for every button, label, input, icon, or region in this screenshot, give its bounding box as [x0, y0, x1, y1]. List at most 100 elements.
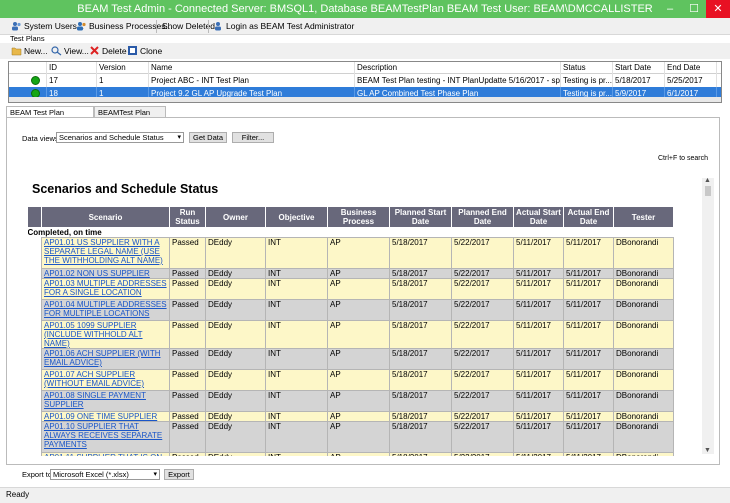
scenario-link[interactable]: AP01.01 US SUPPLIER WITH A SEPARATE LEGA… [41, 237, 170, 269]
scenario-link[interactable]: AP01.11 SUPPLIER THAT IS ON FED BACKUP W… [41, 452, 170, 456]
view-button[interactable]: View... [50, 45, 89, 57]
actual-end: 5/11/2017 [563, 299, 614, 321]
header-end-date[interactable]: End Date [665, 62, 717, 74]
header-name[interactable]: Name [149, 62, 355, 74]
group-label: Completed, on time [27, 227, 674, 238]
scenario-link[interactable]: AP01.02 NON US SUPPLIER [41, 268, 170, 279]
header-description[interactable]: Description [355, 62, 561, 74]
tester: DBonorandi [613, 299, 674, 321]
objective: INT [265, 390, 328, 412]
actual-start: 5/11/2017 [513, 369, 564, 391]
planned-start: 5/18/2017 [389, 390, 452, 412]
data-views-label: Data views [22, 134, 59, 143]
header-version[interactable]: Version [97, 62, 149, 74]
header-id[interactable]: ID [47, 62, 97, 74]
export-format-select[interactable]: Microsoft Excel (*.xlsx) ▾ [50, 469, 160, 480]
scenario-link[interactable]: AP01.05 1099 SUPPLIER (INCLUDE WITHHOLD … [41, 320, 170, 349]
row-indent [27, 299, 42, 321]
col-actual-end: Actual End Date [563, 206, 614, 228]
owner: DEddy [205, 369, 266, 391]
owner: DEddy [205, 348, 266, 370]
system-users-menu[interactable]: System Users... [10, 20, 84, 33]
scenario-link[interactable]: AP01.06 ACH SUPPLIER (WITH EMAIL ADVICE) [41, 348, 170, 370]
scenario-link[interactable]: AP01.04 MULTIPLE ADDRESSES FOR MULTIPLE … [41, 299, 170, 321]
plan-name: Project ABC - INT Test Plan [149, 74, 355, 87]
planned-start: 5/18/2017 [389, 320, 452, 349]
owner: DEddy [205, 452, 266, 456]
show-deleted-menu[interactable]: Show Deleted [148, 20, 215, 33]
scenario-link[interactable]: AP01.08 SINGLE PAYMENT SUPPLIER [41, 390, 170, 412]
scenario-link[interactable]: AP01.07 ACH SUPPLIER (WITHOUT EMAIL ADVI… [41, 369, 170, 391]
maximize-button[interactable]: ☐ [682, 0, 706, 18]
login-admin-label: Login as BEAM Test Administrator [226, 21, 355, 31]
plan-row[interactable]: 17 1 Project ABC - INT Test Plan BEAM Te… [9, 74, 721, 87]
scenario-link[interactable]: AP01.10 SUPPLIER THAT ALWAYS RECEIVES SE… [41, 421, 170, 453]
actual-start: 5/11/2017 [513, 411, 564, 422]
data-views-select[interactable]: Scenarios and Schedule Status ▾ [56, 132, 184, 143]
new-button[interactable]: New... [10, 45, 48, 57]
filter-button[interactable]: Filter... [232, 132, 274, 143]
scenario-link[interactable]: AP01.03 MULTIPLE ADDRESSES FOR A SINGLE … [41, 278, 170, 300]
business-process: AP [327, 452, 390, 456]
table-row: AP01.11 SUPPLIER THAT IS ON FED BACKUP W… [27, 452, 674, 456]
grid-header: ID Version Name Description Status Start… [9, 62, 721, 74]
row-indent [27, 421, 42, 453]
delete-button[interactable]: Delete [88, 45, 127, 57]
scroll-up-icon[interactable]: ▲ [704, 177, 711, 184]
header-status[interactable]: Status [561, 62, 613, 74]
admin-user-icon [215, 22, 221, 31]
objective: INT [265, 452, 328, 456]
planned-start: 5/18/2017 [389, 369, 452, 391]
objective: INT [265, 299, 328, 321]
plan-status: Testing is pr... [563, 74, 613, 87]
run-status: Passed [169, 369, 206, 391]
col-actual-start: Actual Start Date [513, 206, 564, 228]
grid-horizontal-scrollbar[interactable] [9, 97, 721, 102]
close-button[interactable]: ✕ [706, 0, 730, 18]
row-indent [27, 369, 42, 391]
business-process: AP [327, 348, 390, 370]
header-start-date[interactable]: Start Date [613, 62, 665, 74]
actual-start: 5/11/2017 [513, 348, 564, 370]
planned-end: 5/22/2017 [451, 237, 514, 269]
run-status: Passed [169, 320, 206, 349]
scroll-thumb[interactable] [705, 186, 711, 196]
row-indent [27, 268, 42, 279]
objective: INT [265, 320, 328, 349]
table-row: AP01.08 SINGLE PAYMENT SUPPLIER Passed DEd… [27, 390, 674, 412]
export-label: Export to [22, 470, 53, 479]
clone-button[interactable]: Clone [126, 45, 162, 57]
table-row: AP01.03 MULTIPLE ADDRESSES FOR A SINGLE … [27, 278, 674, 300]
report-vertical-scrollbar[interactable]: ▲ ▼ [702, 177, 714, 454]
planned-end: 5/22/2017 [451, 421, 514, 453]
business-process: AP [327, 299, 390, 321]
get-data-button[interactable]: Get Data [189, 132, 227, 143]
delete-icon [90, 46, 99, 55]
col-business-process: Business Process [327, 206, 390, 228]
table-row: AP01.09 ONE TIME SUPPLIER Passed DEddy INT A… [27, 411, 674, 422]
export-button[interactable]: Export [164, 469, 194, 480]
run-status: Passed [169, 268, 206, 279]
business-icon [77, 22, 86, 31]
scroll-down-icon[interactable]: ▼ [704, 447, 711, 454]
table-row: AP01.01 US SUPPLIER WITH A SEPARATE LEGA… [27, 237, 674, 269]
view-icon [51, 46, 62, 56]
scenario-link[interactable]: AP01.09 ONE TIME SUPPLIER [41, 411, 170, 422]
table-row: AP01.04 MULTIPLE ADDRESSES FOR MULTIPLE … [27, 299, 674, 321]
owner: DEddy [205, 237, 266, 269]
minimize-button[interactable]: – [658, 0, 682, 18]
business-process: AP [327, 237, 390, 269]
col-owner: Owner [205, 206, 266, 228]
planned-end: 5/22/2017 [451, 320, 514, 349]
header-indent [27, 206, 42, 228]
row-indent [27, 411, 42, 422]
users-icon [12, 22, 21, 31]
run-status: Passed [169, 299, 206, 321]
actual-start: 5/11/2017 [513, 299, 564, 321]
objective: INT [265, 237, 328, 269]
actual-end: 5/11/2017 [563, 268, 614, 279]
login-admin-menu[interactable]: Login as BEAM Test Administrator [212, 20, 354, 33]
run-status: Passed [169, 278, 206, 300]
export-format-value: Microsoft Excel (*.xlsx) [53, 470, 129, 479]
col-run-status: Run Status [169, 206, 206, 228]
